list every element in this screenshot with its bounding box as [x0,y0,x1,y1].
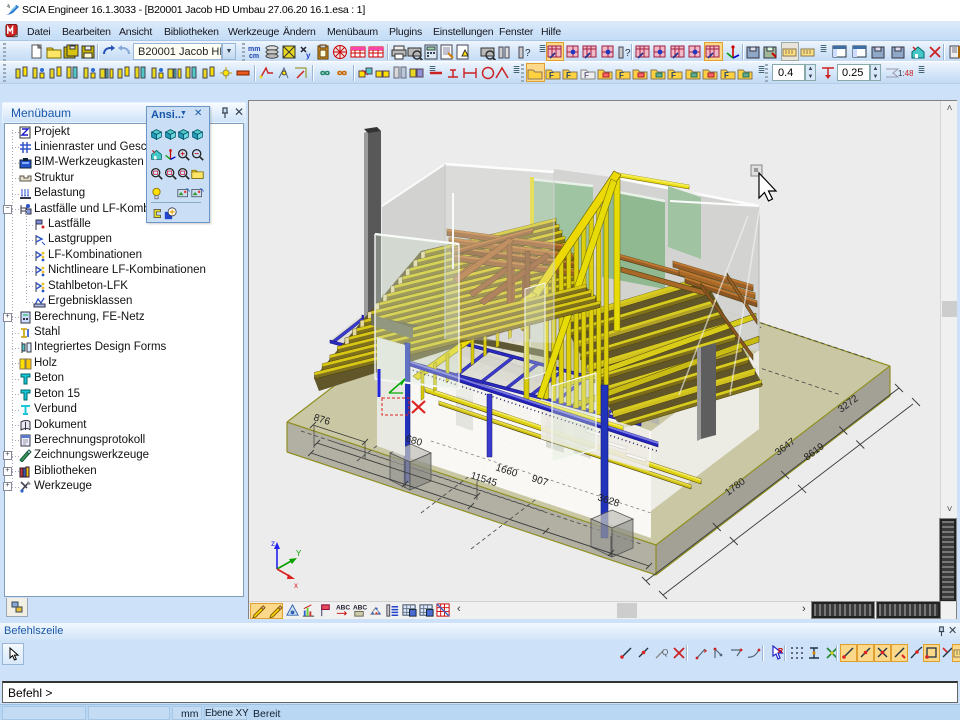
svg-text:Y: Y [296,549,302,558]
svg-text:F: F [566,71,571,80]
svg-text:mm: mm [248,46,260,53]
svg-text:F: F [671,71,676,80]
svg-text:ABC: ABC [336,605,350,612]
svg-text:cm: cm [249,53,259,60]
svg-text:y: y [306,51,311,60]
svg-text:F: F [619,71,624,80]
svg-text:x: x [294,581,298,590]
svg-text:ABC: ABC [353,605,367,612]
svg-text:F: F [724,71,729,80]
svg-text:F: F [549,71,554,80]
svg-text:F: F [584,71,589,80]
svg-text:?: ? [525,48,531,59]
svg-text:1:48: 1:48 [898,69,913,78]
svg-text:z: z [271,539,275,548]
svg-text:R: R [778,648,783,655]
svg-text:Q: Q [662,648,668,657]
